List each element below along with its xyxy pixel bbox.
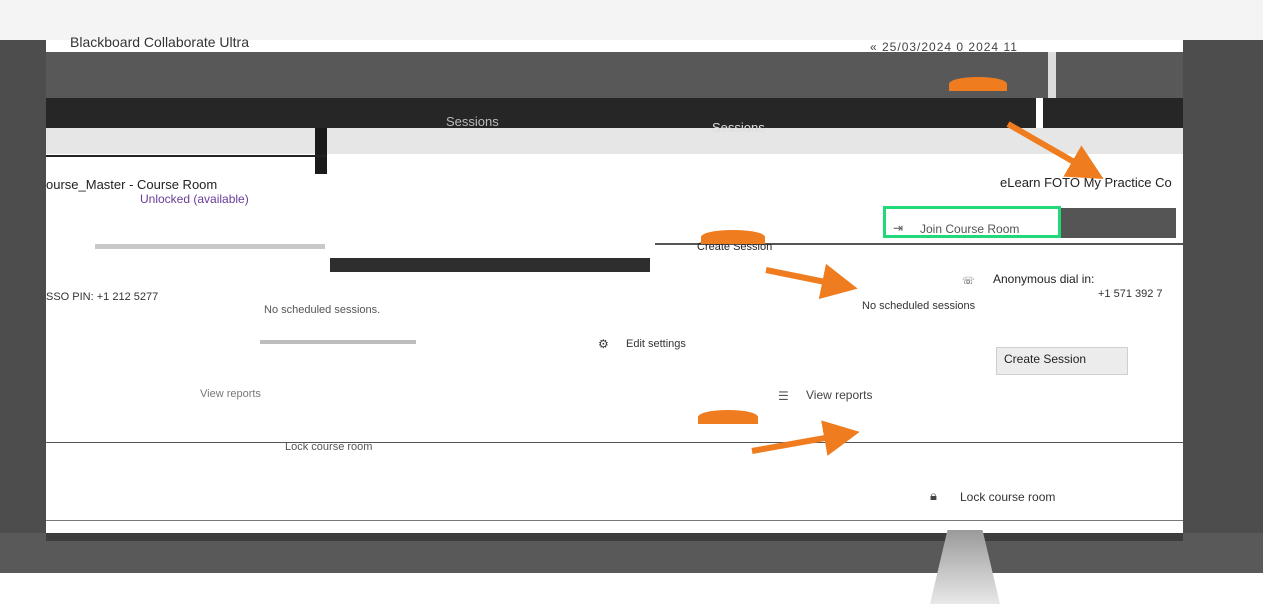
callout-arrow-1 (1006, 121, 1104, 179)
screen-frame-bottom-edge (46, 533, 1183, 541)
callout-arrow-2 (765, 263, 858, 300)
callout-arrows (751, 121, 1104, 456)
callout-arrow-3 (751, 420, 860, 456)
